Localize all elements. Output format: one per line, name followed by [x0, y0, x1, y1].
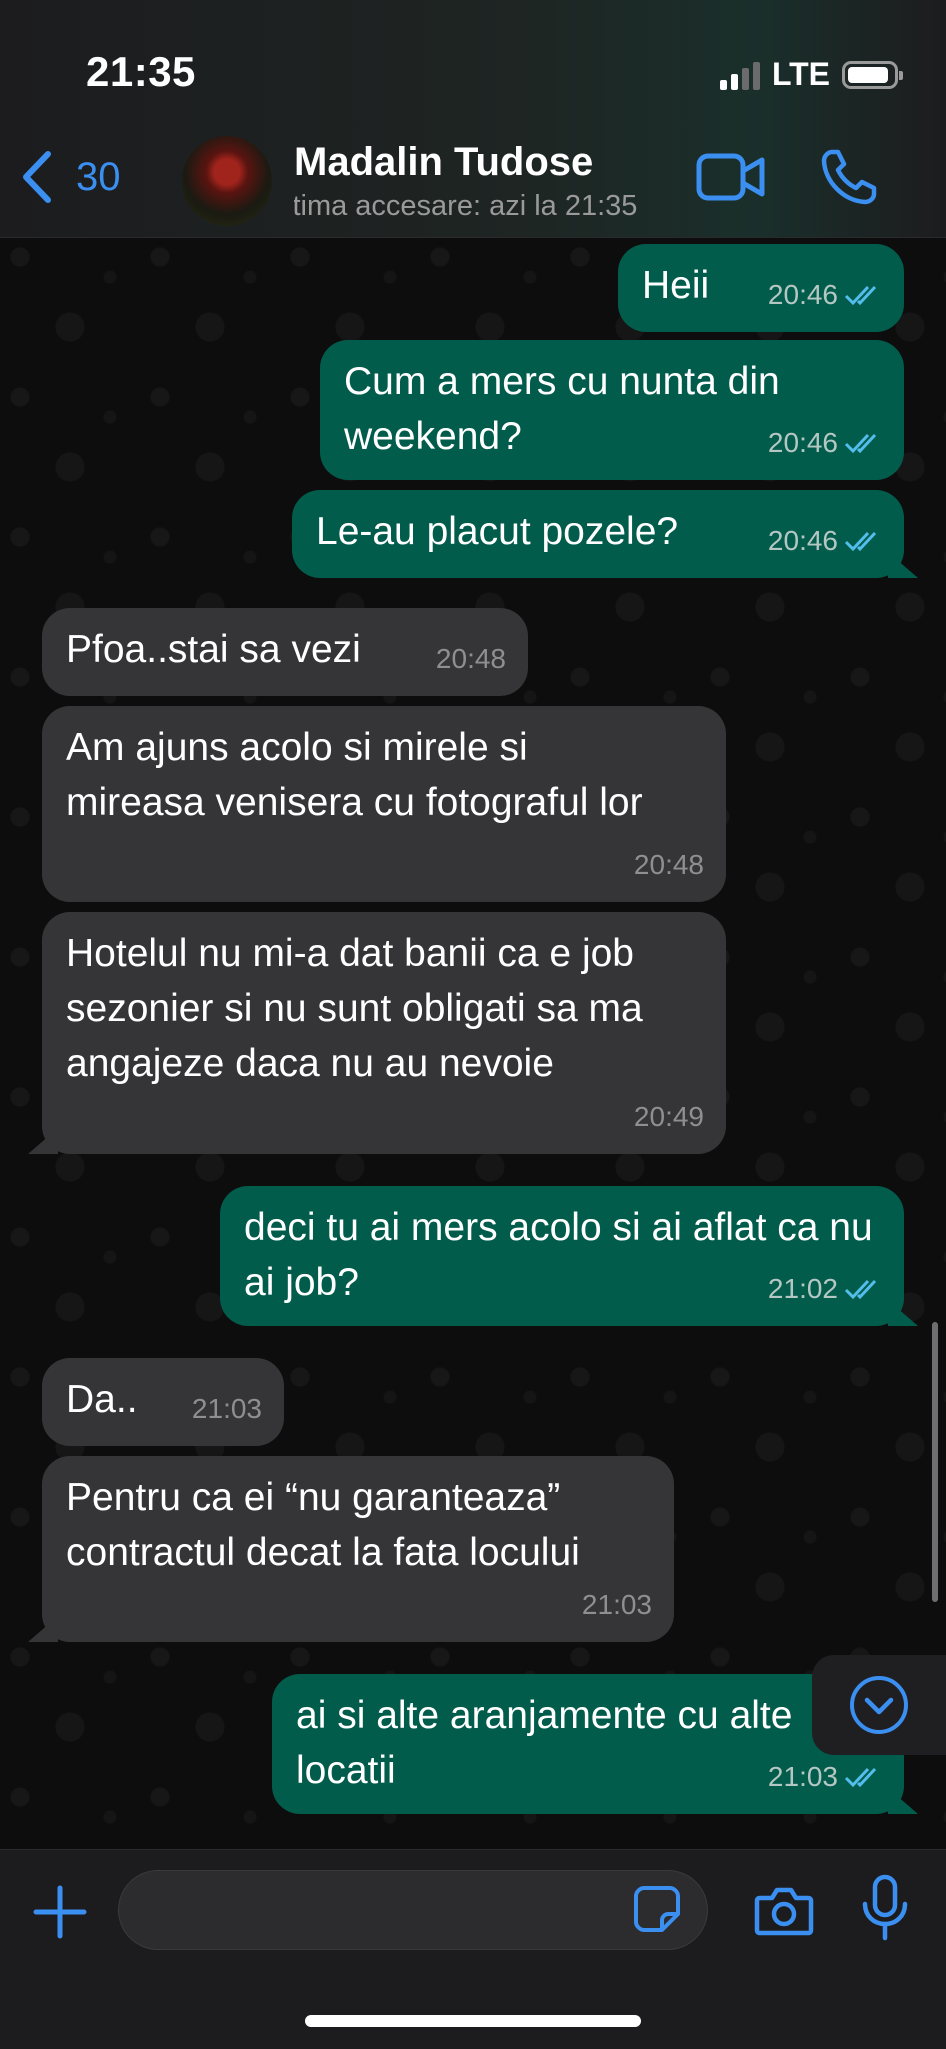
microphone-button[interactable]	[860, 1874, 910, 1942]
message-time: 21:03	[767, 1761, 838, 1792]
video-call-button[interactable]	[696, 152, 766, 202]
message-meta: 20:48	[634, 837, 704, 892]
composer-bar	[0, 1849, 946, 2049]
plus-icon	[33, 1885, 87, 1939]
microphone-icon	[862, 1874, 908, 1941]
message-bubble[interactable]: Pfoa..stai sa vezi 20:48	[42, 608, 528, 696]
read-receipt-icon	[844, 531, 877, 551]
message-bubble[interactable]: Am ajuns acolo si mirele si mireasa veni…	[42, 706, 726, 902]
scroll-to-bottom-button[interactable]	[812, 1655, 946, 1755]
message-time: 21:02	[767, 1273, 838, 1304]
camera-button[interactable]	[754, 1884, 814, 1938]
message-bubble[interactable]: Le-au placut pozele? 20:46	[292, 490, 904, 578]
home-indicator[interactable]	[305, 2015, 641, 2027]
message-time: 20:49	[633, 1101, 704, 1132]
message-time: 20:48	[633, 849, 704, 880]
unread-count: 30	[76, 154, 121, 199]
avatar[interactable]	[182, 136, 272, 226]
voice-call-button[interactable]	[820, 148, 878, 206]
read-receipt-icon	[844, 285, 877, 305]
chevron-left-icon	[23, 151, 51, 203]
message-meta: 20:48	[436, 631, 506, 686]
message-meta: 21:02	[768, 1261, 882, 1316]
scrollbar[interactable]	[932, 1322, 938, 1602]
message-time: 20:46	[767, 279, 838, 310]
message-meta: 20:46	[768, 267, 882, 322]
message-time: 21:03	[191, 1393, 262, 1424]
read-receipt-icon	[844, 1279, 877, 1299]
message-bubble[interactable]: Hotelul nu mi-a dat banii ca e job sezon…	[42, 912, 726, 1154]
message-meta: 20:46	[768, 415, 882, 470]
last-seen-text: ltima accesare: azi la 21:35	[294, 190, 638, 222]
message-bubble[interactable]: Heii 20:46	[618, 244, 904, 332]
status-time: 21:35	[86, 48, 196, 95]
message-meta: 21:03	[192, 1381, 262, 1436]
camera-icon	[754, 1887, 814, 1936]
message-meta: 21:03	[582, 1577, 652, 1632]
network-type: LTE	[771, 56, 830, 92]
message-time: 20:46	[767, 427, 838, 458]
phone-icon	[821, 149, 877, 205]
message-text: Pentru ca ei “nu garanteaza” contractul …	[66, 1476, 580, 1574]
chevron-down-circle-icon	[850, 1676, 908, 1734]
message-time: 20:46	[767, 525, 838, 556]
last-seen-status: ltima accesare: azi la 21:35	[294, 190, 674, 223]
message-bubble[interactable]: ai si alte aranjamente cu alte locatii 2…	[272, 1674, 904, 1814]
message-bubble[interactable]: deci tu ai mers acolo si ai aflat ca nu …	[220, 1186, 904, 1326]
message-time: 20:48	[435, 643, 506, 674]
sticker-button[interactable]	[632, 1884, 682, 1934]
read-receipt-icon	[844, 433, 877, 453]
message-text: Am ajuns acolo si mirele si mireasa veni…	[66, 726, 643, 824]
battery-icon	[842, 60, 903, 89]
video-camera-icon	[696, 153, 765, 201]
contact-name[interactable]: Madalin Tudose	[294, 140, 593, 185]
message-bubble[interactable]: Pentru ca ei “nu garanteaza” contractul …	[42, 1456, 674, 1642]
message-bubble[interactable]: Cum a mers cu nunta din weekend? 20:46	[320, 340, 904, 480]
back-button[interactable]: 30	[20, 150, 121, 204]
status-indicators: LTE	[719, 56, 903, 93]
read-receipt-icon	[844, 1767, 877, 1787]
sticker-icon	[634, 1886, 680, 1932]
message-time: 21:03	[581, 1589, 652, 1620]
message-text: Hotelul nu mi-a dat banii ca e job sezon…	[66, 932, 643, 1085]
signal-icon	[719, 60, 760, 90]
attach-button[interactable]	[30, 1882, 90, 1942]
top-bar: 21:35 LTE 30 Madalin Tudose ltima accesa…	[0, 0, 946, 238]
message-meta: 20:49	[634, 1089, 704, 1144]
message-input[interactable]	[118, 1870, 708, 1950]
message-bubble[interactable]: Da.. 21:03	[42, 1358, 284, 1446]
message-meta: 21:03	[768, 1749, 882, 1804]
message-meta: 20:46	[768, 513, 882, 568]
